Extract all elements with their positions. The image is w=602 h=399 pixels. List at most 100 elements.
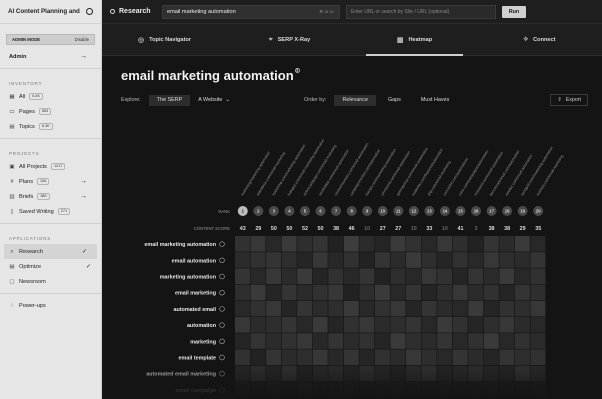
source-url-label[interactable]: marketo.com/email-marketing	[536, 154, 564, 196]
heatmap-cell[interactable]	[235, 252, 250, 268]
heatmap-cell[interactable]	[374, 300, 390, 317]
heatmap-cell[interactable]	[483, 349, 499, 365]
heatmap-cell[interactable]	[343, 300, 359, 317]
heatmap-cell[interactable]	[421, 268, 437, 284]
heatmap-cell[interactable]	[468, 252, 484, 268]
source-url-label[interactable]: getresponse.com/email-automation	[396, 147, 429, 197]
heatmap-cell[interactable]	[468, 268, 484, 284]
source-url-label[interactable]: marketing/marketing-automation	[240, 151, 271, 197]
url-input[interactable]: Enter URL or search by Site / URL (optio…	[346, 4, 496, 19]
heatmap-cell[interactable]	[390, 300, 406, 317]
heatmap-cell[interactable]	[421, 317, 437, 333]
heatmap-cell[interactable]	[437, 284, 453, 301]
heatmap-cell[interactable]	[235, 333, 250, 349]
heatmap-cell[interactable]	[483, 333, 499, 349]
run-button[interactable]: Run	[502, 5, 526, 18]
heatmap-cell[interactable]	[530, 349, 546, 365]
heatmap-cell[interactable]	[483, 268, 499, 284]
heatmap-cell[interactable]	[328, 284, 344, 301]
heatmap-cell[interactable]	[343, 236, 359, 252]
heatmap-cell[interactable]	[312, 349, 328, 365]
heatmap-cell[interactable]	[468, 317, 484, 333]
heatmap-cell[interactable]	[343, 349, 359, 365]
add-topic-icon[interactable]	[219, 257, 225, 264]
admin-disable-button[interactable]: Disable	[75, 37, 89, 42]
heatmap-cell[interactable]	[359, 284, 375, 301]
heatmap-cell[interactable]	[437, 268, 453, 284]
heatmap-cell[interactable]	[452, 236, 468, 252]
add-topic-icon[interactable]	[219, 241, 225, 247]
heatmap-cell[interactable]	[421, 284, 437, 301]
heatmap-cell[interactable]	[374, 333, 390, 349]
arrow-right-icon[interactable]: →	[80, 193, 87, 200]
heatmap-cell[interactable]	[421, 333, 437, 349]
heatmap-cell[interactable]	[514, 349, 530, 365]
heatmap-cell[interactable]	[468, 236, 484, 252]
heatmap-cell[interactable]	[452, 284, 468, 301]
sidebar-item-admin[interactable]: Admin →	[0, 49, 101, 64]
topic-row-label[interactable]: email marketing	[175, 291, 216, 297]
tab-topic-navigator[interactable]: ◎ Topic Navigator	[102, 24, 227, 55]
heatmap-cell[interactable]	[374, 284, 390, 301]
heatmap-cell[interactable]	[406, 252, 421, 268]
heatmap-cell[interactable]	[499, 333, 515, 349]
heatmap-cell[interactable]	[250, 317, 266, 333]
add-topic-icon[interactable]	[219, 290, 225, 296]
heatmap-cell[interactable]	[312, 252, 328, 268]
heatmap-cell[interactable]	[530, 236, 546, 252]
heatmap-cell[interactable]	[514, 333, 530, 349]
heatmap-cell[interactable]	[359, 300, 375, 317]
heatmap-cell[interactable]	[437, 300, 453, 317]
heatmap-cell[interactable]	[437, 236, 453, 252]
heatmap-cell[interactable]	[390, 333, 406, 349]
arrow-right-icon[interactable]: →	[80, 178, 87, 185]
heatmap-cell[interactable]	[374, 236, 390, 252]
sidebar-item-powerups[interactable]: ⁘ Power-ups	[0, 298, 101, 313]
heatmap-cell[interactable]	[312, 284, 328, 301]
heatmap-cell[interactable]	[266, 333, 282, 349]
add-topic-icon[interactable]	[219, 354, 225, 361]
heatmap-cell[interactable]	[530, 300, 546, 317]
add-topic-icon[interactable]	[219, 306, 225, 312]
heatmap-cell[interactable]	[452, 317, 468, 333]
heatmap-cell[interactable]	[390, 349, 406, 365]
topic-row-label[interactable]: marketing automation	[160, 275, 216, 281]
heatmap-cell[interactable]	[374, 268, 390, 284]
heatmap-cell[interactable]	[514, 236, 530, 252]
heatmap-cell[interactable]	[499, 349, 515, 365]
add-topic-icon[interactable]	[219, 338, 225, 344]
heatmap-cell[interactable]	[514, 252, 530, 268]
heatmap-cell[interactable]	[281, 268, 297, 284]
heatmap-cell[interactable]	[343, 252, 359, 268]
heatmap-cell[interactable]	[312, 317, 328, 333]
heatmap-cell[interactable]	[359, 252, 375, 268]
heatmap-cell[interactable]	[297, 349, 313, 365]
heatmap-cell[interactable]	[235, 268, 250, 284]
sidebar-item-optimize[interactable]: ▤ Optimize ✓	[0, 259, 101, 274]
heatmap-cell[interactable]	[250, 252, 266, 268]
heatmap-cell[interactable]	[483, 300, 499, 317]
heatmap-cell[interactable]	[266, 252, 282, 268]
keyword-search-input[interactable]: email marketing automation ⌘ 18.1K	[162, 4, 340, 19]
heatmap-cell[interactable]	[328, 300, 344, 317]
heatmap-cell[interactable]	[437, 333, 453, 349]
heatmap-cell[interactable]	[483, 252, 499, 268]
heatmap-cell[interactable]	[359, 268, 375, 284]
heatmap-cell[interactable]	[266, 284, 282, 301]
heatmap-cell[interactable]	[406, 236, 421, 252]
heatmap-cell[interactable]	[390, 252, 406, 268]
heatmap-cell[interactable]	[452, 252, 468, 268]
heatmap-cell[interactable]	[406, 317, 421, 333]
sidebar-item-topics[interactable]: ▤ Topics 6.3K	[0, 119, 101, 134]
heatmap-cell[interactable]	[343, 284, 359, 301]
heatmap-cell[interactable]	[328, 252, 344, 268]
heatmap-cell[interactable]	[514, 284, 530, 301]
heatmap-cell[interactable]	[390, 284, 406, 301]
heatmap-cell[interactable]	[390, 236, 406, 252]
heatmap-cell[interactable]	[374, 252, 390, 268]
heatmap-cell[interactable]	[483, 317, 499, 333]
source-url-label[interactable]: mailerlite.com/features/automation	[411, 148, 444, 197]
heatmap-cell[interactable]	[406, 333, 421, 349]
heatmap-cell[interactable]	[390, 268, 406, 284]
heatmap-cell[interactable]	[406, 268, 421, 284]
